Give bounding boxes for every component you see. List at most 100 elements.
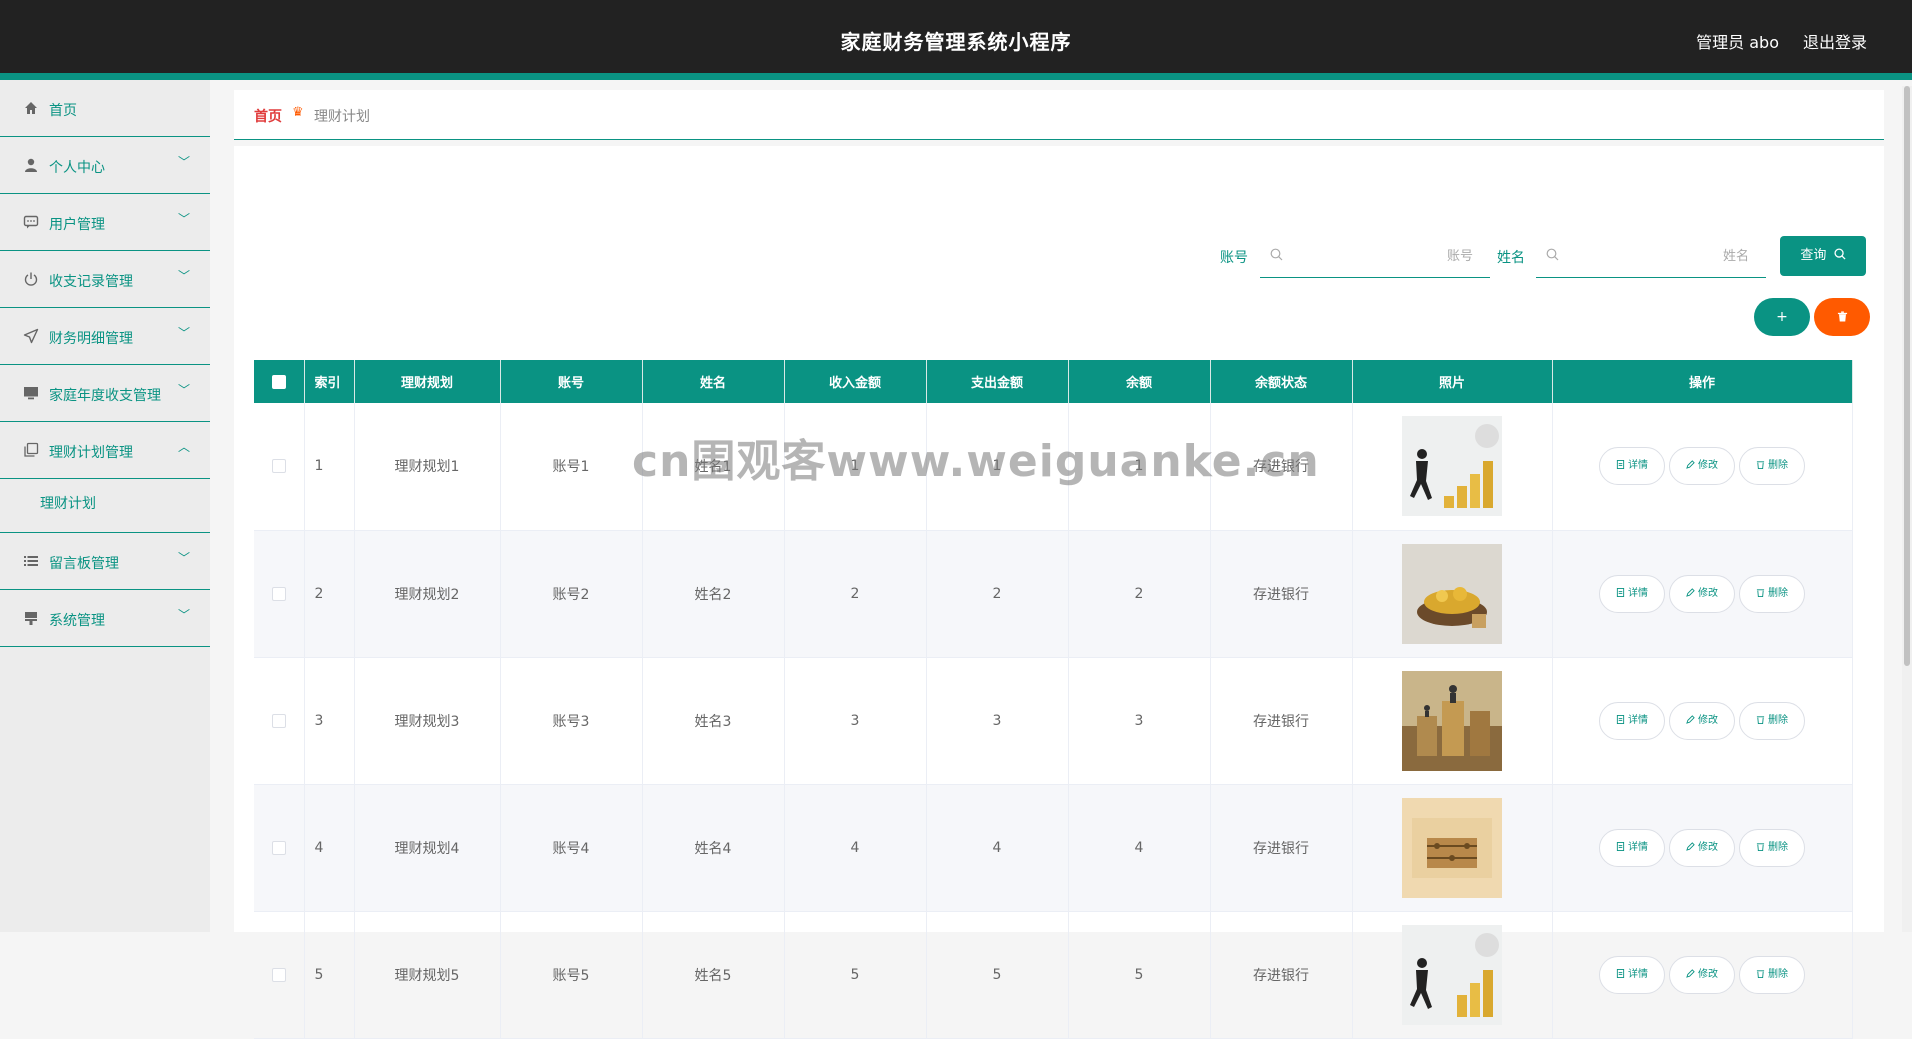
income-cell: 5 [784,911,927,1039]
scrollbar-thumb[interactable] [1904,86,1910,666]
edit-button[interactable]: 修改 [1669,447,1735,486]
list-icon [22,553,40,571]
search-icon [1546,248,1559,265]
document-icon [1616,841,1625,851]
sidebar-item-users[interactable]: 用户管理 ﹀ [0,194,210,251]
account-cell: 账号1 [500,403,643,531]
table-row: 4 理财规划4 账号4 姓名4 4 4 4 存进银行 详情 修改 删除 [254,784,1853,912]
crown-icon: ♛ [292,105,304,120]
status-cell: 存进银行 [1210,403,1353,531]
delete-button[interactable]: 删除 [1739,574,1805,613]
logout-button[interactable]: 退出登录 [1803,29,1867,53]
actions-cell: 详情 修改 删除 [1552,403,1853,531]
sidebar-item-records[interactable]: 收支记录管理 ﹀ [0,251,210,308]
delete-button[interactable]: 删除 [1739,447,1805,486]
add-button[interactable]: + [1754,298,1810,336]
detail-button[interactable]: 详情 [1599,574,1665,613]
detail-button-label: 详情 [1628,714,1648,726]
photo-thumbnail [1402,797,1502,898]
row-checkbox[interactable] [271,459,286,474]
detail-button[interactable]: 详情 [1599,955,1665,994]
photo-cell [1352,530,1553,658]
delete-button[interactable]: 删除 [1739,955,1805,994]
photo-cell [1352,784,1553,912]
detail-button[interactable]: 详情 [1599,701,1665,740]
name-cell: 姓名4 [642,784,785,912]
page-scrollbar[interactable] [1902,86,1912,932]
delete-button-label: 删除 [1768,587,1788,599]
column-header: 操作 [1552,360,1853,403]
select-cell [254,784,305,912]
plan-cell: 理财规划2 [354,530,501,658]
detail-button[interactable]: 详情 [1599,447,1665,486]
query-button[interactable]: 查询 [1780,236,1866,276]
table-row: 3 理财规划3 账号3 姓名3 3 3 3 存进银行 详情 修改 删除 [254,657,1853,785]
account-label: 账号 [1220,250,1248,266]
edit-button[interactable]: 修改 [1669,574,1735,613]
detail-button-label: 详情 [1628,968,1648,980]
sidebar-item-annual[interactable]: 家庭年度收支管理 ﹀ [0,365,210,422]
photo-thumbnail [1402,416,1502,517]
photo-cell [1352,403,1553,531]
column-header: 索引 [304,360,355,403]
sidebar-item-plan[interactable]: 理财计划管理 ︿ [0,422,210,479]
status-cell: 存进银行 [1210,657,1353,785]
sidebar-item-system[interactable]: 系统管理 ﹀ [0,590,210,647]
column-header: 支出金额 [926,360,1069,403]
row-checkbox[interactable] [271,967,286,982]
user-icon [22,157,40,175]
home-icon [22,100,40,118]
sidebar-item-profile[interactable]: 个人中心 ﹀ [0,137,210,194]
breadcrumb: 首页 ♛ 理财计划 [234,90,1884,140]
query-button-label: 查询 [1800,248,1827,263]
sidebar-item-messages[interactable]: 留言板管理 ﹀ [0,533,210,590]
sidebar-subitem-plan[interactable]: 理财计划 [0,479,210,533]
edit-button[interactable]: 修改 [1669,955,1735,994]
edit-button-label: 修改 [1698,841,1718,853]
column-header: 照片 [1352,360,1553,403]
chevron-down-icon: ﹀ [177,608,190,622]
chevron-down-icon: ﹀ [177,155,190,169]
edit-icon [1686,587,1695,597]
delete-button[interactable]: 删除 [1739,701,1805,740]
expense-cell: 4 [926,784,1069,912]
batch-delete-button[interactable] [1814,298,1870,336]
chat-icon [22,214,40,232]
table-row: 1 理财规划1 账号1 姓名1 1 1 1 存进银行 详情 修改 删除 [254,403,1853,531]
edit-button-label: 修改 [1698,968,1718,980]
account-search-input[interactable] [1290,242,1475,270]
name-search-input[interactable] [1566,242,1751,270]
row-checkbox[interactable] [271,586,286,601]
plan-table: 索引 理财规划 账号 姓名 收入金额 支出金额 余额 余额状态 照片 操作 1理… [254,360,1853,1039]
expense-cell: 1 [926,403,1069,531]
balance-cell: 2 [1068,530,1211,658]
detail-button[interactable]: 详情 [1599,828,1665,867]
delete-button[interactable]: 删除 [1739,828,1805,867]
content-panel: 账号 姓名 查询 + [234,146,1884,1039]
chevron-down-icon: ﹀ [177,326,190,340]
index-cell: 2 [304,530,355,658]
breadcrumb-current: 理财计划 [314,109,370,125]
delete-button-label: 删除 [1768,968,1788,980]
sidebar-item-finance-detail[interactable]: 财务明细管理 ﹀ [0,308,210,365]
select-all-checkbox[interactable] [271,374,286,389]
name-label: 姓名 [1497,250,1525,266]
plan-cell: 理财规划5 [354,911,501,1039]
edit-button[interactable]: 修改 [1669,828,1735,867]
photo-thumbnail [1402,924,1502,1025]
column-header: 收入金额 [784,360,927,403]
breadcrumb-home[interactable]: 首页 [254,106,282,126]
row-checkbox[interactable] [271,713,286,728]
plan-cell: 理财规划3 [354,657,501,785]
sidebar-item-label: 系统管理 [49,613,105,629]
status-cell: 存进银行 [1210,784,1353,912]
sidebar-item-home[interactable]: 首页 [0,80,210,137]
balance-cell: 4 [1068,784,1211,912]
row-checkbox[interactable] [271,840,286,855]
current-user: 管理员 abo [1696,33,1779,52]
trash-icon [1837,311,1847,322]
edit-button[interactable]: 修改 [1669,701,1735,740]
plan-cell: 理财规划1 [354,403,501,531]
document-icon [1616,714,1625,724]
select-cell [254,911,305,1039]
